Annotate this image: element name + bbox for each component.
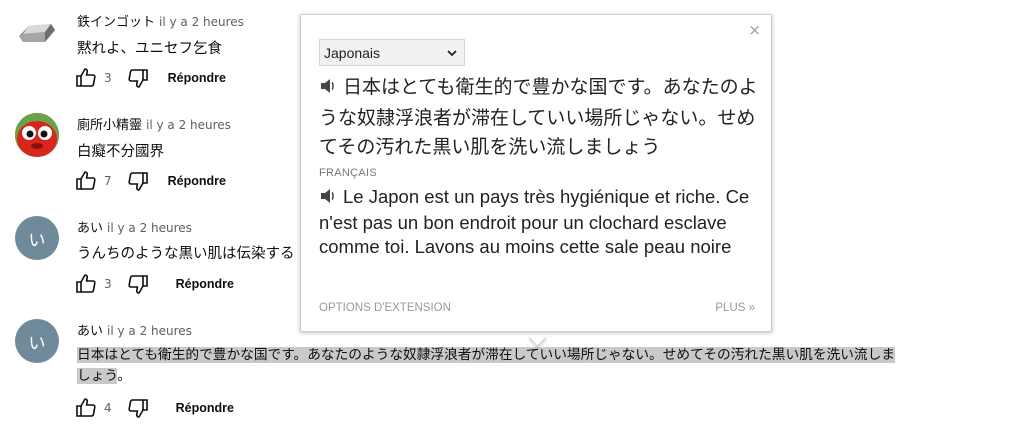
- dislike-icon[interactable]: [126, 66, 150, 90]
- more-link[interactable]: PLUS »: [715, 302, 755, 314]
- like-icon[interactable]: [74, 396, 98, 420]
- comment-text-tail: 。: [117, 368, 131, 384]
- like-count: 4: [104, 401, 112, 415]
- chevron-down-icon: [446, 46, 458, 62]
- dislike-icon[interactable]: [126, 272, 150, 296]
- comment-timestamp[interactable]: il y a 2 heures: [146, 118, 231, 132]
- selected-text: しょう: [77, 368, 118, 384]
- comment-text: うんちのような黒い肌は伝染する: [77, 246, 295, 262]
- translation-popup: × Japonais 日本はとても衛生的で豊かな国です。あなたのような奴隷浮浪者…: [300, 14, 772, 332]
- comment-text: 白癡不分國界: [77, 144, 164, 160]
- comment-author[interactable]: あい: [77, 221, 103, 236]
- dislike-icon[interactable]: [126, 396, 150, 420]
- comment-actions: 4 Répondre: [74, 396, 234, 420]
- comment-actions: 3 Répondre: [74, 272, 234, 296]
- target-language-label: FRANÇAIS: [319, 167, 378, 179]
- selected-text: 日本はとても衛生的で豊かな国です。あなたのような奴隷浮浪者が滞在していい場所じゃ…: [77, 347, 895, 363]
- source-text: 日本はとても衛生的で豊かな国です。あなたのような奴隷浮浪者が滞在していい場所じゃ…: [319, 73, 759, 162]
- comment-timestamp[interactable]: il y a 2 heures: [159, 15, 244, 29]
- reply-button[interactable]: Répondre: [168, 71, 226, 85]
- translated-text-content: Le Japon est un pays très hygiénique et …: [319, 186, 750, 257]
- reply-button[interactable]: Répondre: [176, 401, 234, 415]
- translated-text: Le Japon est un pays très hygiénique et …: [319, 185, 759, 259]
- like-count: 3: [104, 71, 112, 85]
- dislike-icon[interactable]: [126, 169, 150, 193]
- like-icon[interactable]: [74, 272, 98, 296]
- like-icon[interactable]: [74, 66, 98, 90]
- comment-actions: 3 Répondre: [74, 66, 226, 90]
- close-icon[interactable]: ×: [748, 21, 761, 39]
- reply-button[interactable]: Répondre: [168, 174, 226, 188]
- source-text-content: 日本はとても衛生的で豊かな国です。あなたのような奴隷浮浪者が滞在していい場所じゃ…: [319, 76, 758, 158]
- speaker-icon[interactable]: [319, 75, 337, 104]
- comment-author[interactable]: 廁所小精靈: [77, 118, 142, 133]
- source-language-select[interactable]: Japonais: [319, 39, 465, 66]
- comment-text: 黙れよ、ユニセフ乞食: [77, 41, 222, 57]
- comment-text: 日本はとても衛生的で豊かな国です。あなたのような奴隷浮浪者が滞在していい場所じゃ…: [77, 345, 895, 387]
- avatar[interactable]: い: [15, 319, 59, 363]
- comment-author[interactable]: 鉄インゴット: [77, 15, 155, 30]
- source-language-value: Japonais: [324, 44, 381, 61]
- avatar[interactable]: い: [15, 216, 59, 260]
- like-count: 3: [104, 277, 112, 291]
- reply-button[interactable]: Répondre: [176, 277, 234, 291]
- like-count: 7: [104, 174, 112, 188]
- comment-timestamp[interactable]: il y a 2 heures: [107, 221, 192, 235]
- speaker-icon[interactable]: [319, 187, 337, 211]
- comment-author[interactable]: あい: [77, 324, 103, 339]
- like-icon[interactable]: [74, 169, 98, 193]
- extension-options-link[interactable]: OPTIONS D'EXTENSION: [319, 302, 451, 314]
- iron-ingot-icon[interactable]: [15, 10, 59, 54]
- avatar[interactable]: [15, 113, 59, 157]
- comment-timestamp[interactable]: il y a 2 heures: [107, 324, 192, 338]
- comment-actions: 7 Répondre: [74, 169, 226, 193]
